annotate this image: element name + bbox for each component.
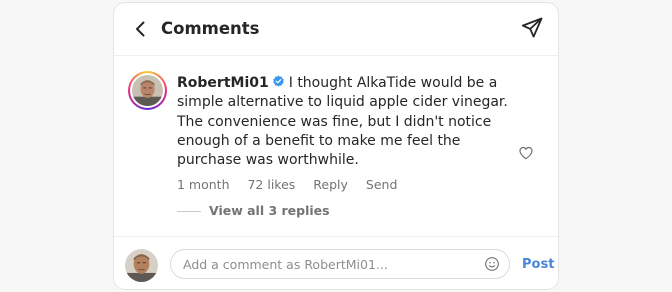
comment-username[interactable]: RobertMi01	[177, 75, 269, 91]
comment-meta: 1 month 72 likes Reply Send	[177, 177, 411, 192]
replies-divider-line	[177, 211, 201, 212]
likes-count[interactable]: 72 likes	[247, 177, 295, 192]
chevron-left-icon[interactable]	[131, 19, 151, 39]
paper-plane-icon[interactable]	[520, 16, 544, 40]
comment-input-wrapper	[170, 249, 510, 279]
send-button[interactable]: Send	[366, 177, 397, 192]
comment-text-block: RobertMi01 I thought AlkaTide would be a…	[177, 74, 517, 170]
comments-header: Comments	[114, 3, 558, 56]
verified-badge-icon	[272, 75, 284, 87]
avatar	[125, 249, 158, 282]
comment-composer: Post	[114, 236, 558, 289]
page-title: Comments	[161, 19, 260, 38]
view-replies-button[interactable]: View all 3 replies	[177, 203, 330, 218]
view-replies-label: View all 3 replies	[209, 203, 330, 218]
post-button[interactable]: Post	[522, 257, 554, 272]
heart-outline-icon[interactable]	[518, 145, 534, 161]
smiley-icon[interactable]	[484, 256, 500, 272]
comment-input[interactable]	[183, 250, 473, 278]
comment-time: 1 month	[177, 177, 230, 192]
reply-button[interactable]: Reply	[313, 177, 348, 192]
story-ring[interactable]	[128, 71, 167, 110]
comments-panel: Comments RobertMi01 I thought AlkaTide w…	[113, 2, 559, 290]
avatar	[132, 75, 163, 106]
